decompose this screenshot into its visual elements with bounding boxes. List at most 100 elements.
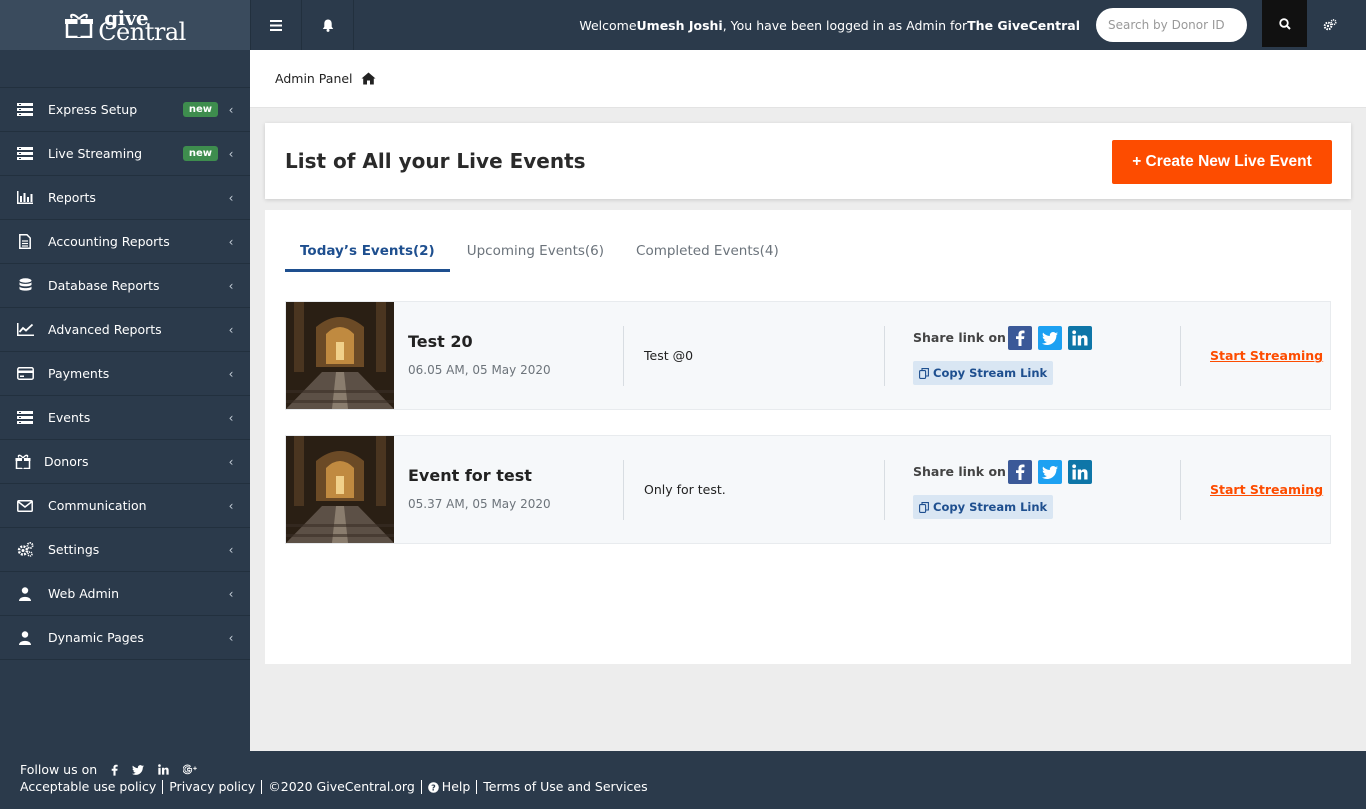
copy-stream-link-button[interactable]: Copy Stream Link xyxy=(913,361,1054,385)
user-icon xyxy=(16,586,34,602)
event-thumbnail xyxy=(286,302,394,409)
twitter-icon[interactable] xyxy=(132,764,145,775)
linkedin-share-button[interactable] xyxy=(1068,326,1092,350)
tab-completed-events[interactable]: Completed Events(4) xyxy=(621,232,794,272)
search-icon xyxy=(1278,17,1291,30)
start-streaming-link[interactable]: Start Streaming xyxy=(1210,348,1323,363)
divider xyxy=(623,460,624,520)
sidebar-item-settings[interactable]: Settings ‹ xyxy=(0,528,250,572)
logo-text-bottom: Central xyxy=(98,18,186,46)
event-description: Test @0 xyxy=(644,348,694,363)
search-button[interactable] xyxy=(1262,0,1307,47)
chevron-left-icon: ‹ xyxy=(228,410,234,425)
linkedin-icon[interactable] xyxy=(158,764,169,775)
settings-button[interactable] xyxy=(1307,0,1352,50)
sidebar-item-web-admin[interactable]: Web Admin ‹ xyxy=(0,572,250,616)
divider xyxy=(623,326,624,386)
copy-stream-link-button[interactable]: Copy Stream Link xyxy=(913,495,1054,519)
chevron-left-icon: ‹ xyxy=(228,190,234,205)
event-description: Only for test. xyxy=(644,482,726,497)
page-header-card: List of All your Live Events + Create Ne… xyxy=(265,123,1351,199)
gift-icon xyxy=(14,454,32,470)
event-row: Test 20 06.05 AM, 05 May 2020 Test @0 Sh… xyxy=(285,301,1331,410)
event-datetime: 05.37 AM, 05 May 2020 xyxy=(408,497,551,511)
home-icon[interactable] xyxy=(361,72,376,85)
events-card: Today’s Events(2) Upcoming Events(6) Com… xyxy=(265,210,1351,664)
tab-todays-events[interactable]: Today’s Events(2) xyxy=(285,232,450,272)
sidebar-item-label: Express Setup xyxy=(48,102,138,117)
sidebar-spacer xyxy=(0,50,250,88)
divider xyxy=(1180,326,1181,386)
sidebar-item-express-setup[interactable]: Express Setup new ‹ xyxy=(0,88,250,132)
chevron-left-icon: ‹ xyxy=(228,278,234,293)
facebook-icon xyxy=(1016,330,1025,346)
chevron-left-icon: ‹ xyxy=(228,234,234,249)
twitter-icon xyxy=(1042,331,1058,345)
breadcrumb-admin-panel[interactable]: Admin Panel xyxy=(275,71,353,86)
create-live-event-button[interactable]: + Create New Live Event xyxy=(1112,140,1332,184)
sidebar-item-communication[interactable]: Communication ‹ xyxy=(0,484,250,528)
sidebar-item-label: Reports xyxy=(48,190,96,205)
sidebar-item-live-streaming[interactable]: Live Streaming new ‹ xyxy=(0,132,250,176)
event-row: Event for test 05.37 AM, 05 May 2020 Onl… xyxy=(285,435,1331,544)
givecentral-logo[interactable]: give Central xyxy=(64,8,186,46)
tab-upcoming-events[interactable]: Upcoming Events(6) xyxy=(452,232,619,272)
chevron-left-icon: ‹ xyxy=(228,586,234,601)
sidebar-item-advanced-reports[interactable]: Advanced Reports ‹ xyxy=(0,308,250,352)
sidebar-item-label: Database Reports xyxy=(48,278,160,293)
chevron-left-icon: ‹ xyxy=(228,146,234,161)
sidebar-item-label: Events xyxy=(48,410,91,425)
new-badge: new xyxy=(182,146,218,161)
sidebar-item-label: Communication xyxy=(48,498,147,513)
start-streaming-link[interactable]: Start Streaming xyxy=(1210,482,1323,497)
menu-toggle-button[interactable] xyxy=(250,0,302,50)
chevron-left-icon: ‹ xyxy=(228,498,234,513)
facebook-icon[interactable] xyxy=(111,764,118,776)
linkedin-icon xyxy=(1072,464,1088,480)
list-icon xyxy=(16,102,34,118)
sidebar-item-label: Settings xyxy=(48,542,100,557)
linkedin-share-button[interactable] xyxy=(1068,460,1092,484)
acceptable-use-policy-link[interactable]: Acceptable use policy xyxy=(20,780,162,794)
user-name: Umesh Joshi xyxy=(636,17,723,33)
sidebar-item-label: Accounting Reports xyxy=(48,234,170,249)
top-bar: give Central Welcome Umesh Joshi , You h… xyxy=(0,0,1366,50)
footer: Follow us on Acceptable use policy Priva… xyxy=(0,751,1366,809)
chevron-left-icon: ‹ xyxy=(228,366,234,381)
help-link[interactable]: ? Help xyxy=(420,780,477,794)
welcome-middle: , You have been logged in as Admin for xyxy=(722,17,968,33)
facebook-share-button[interactable] xyxy=(1008,326,1032,350)
sidebar-item-reports[interactable]: Reports ‹ xyxy=(0,176,250,220)
divider xyxy=(1180,460,1181,520)
copy-stream-link-label: Copy Stream Link xyxy=(933,366,1048,380)
cogs-icon xyxy=(1323,19,1337,31)
welcome-prefix: Welcome xyxy=(579,17,637,33)
chevron-left-icon: ‹ xyxy=(228,322,234,337)
twitter-share-button[interactable] xyxy=(1038,326,1062,350)
sidebar-item-payments[interactable]: Payments ‹ xyxy=(0,352,250,396)
divider xyxy=(884,460,885,520)
twitter-share-button[interactable] xyxy=(1038,460,1062,484)
sidebar-item-dynamic-pages[interactable]: Dynamic Pages ‹ xyxy=(0,616,250,660)
sidebar-item-label: Dynamic Pages xyxy=(48,630,144,645)
event-datetime: 06.05 AM, 05 May 2020 xyxy=(408,363,551,377)
sidebar-item-events[interactable]: Events ‹ xyxy=(0,396,250,440)
copy-icon xyxy=(919,501,929,513)
sidebar-item-label: Live Streaming xyxy=(48,146,143,161)
chevron-left-icon: ‹ xyxy=(228,630,234,645)
notifications-button[interactable] xyxy=(302,0,354,50)
database-icon xyxy=(16,278,34,294)
privacy-policy-link[interactable]: Privacy policy xyxy=(162,780,261,794)
sidebar-item-accounting-reports[interactable]: Accounting Reports ‹ xyxy=(0,220,250,264)
terms-link[interactable]: Terms of Use and Services xyxy=(476,780,653,794)
facebook-share-button[interactable] xyxy=(1008,460,1032,484)
credit-card-icon xyxy=(16,366,34,382)
sidebar-item-database-reports[interactable]: Database Reports ‹ xyxy=(0,264,250,308)
google-plus-icon[interactable] xyxy=(183,764,197,775)
gift-icon xyxy=(65,13,94,38)
donor-search-input[interactable] xyxy=(1096,8,1247,42)
logo-area[interactable]: give Central xyxy=(0,0,250,50)
sidebar-item-label: Advanced Reports xyxy=(48,322,162,337)
sidebar-item-donors[interactable]: Donors ‹ xyxy=(0,440,250,484)
page-title: List of All your Live Events xyxy=(285,149,586,173)
